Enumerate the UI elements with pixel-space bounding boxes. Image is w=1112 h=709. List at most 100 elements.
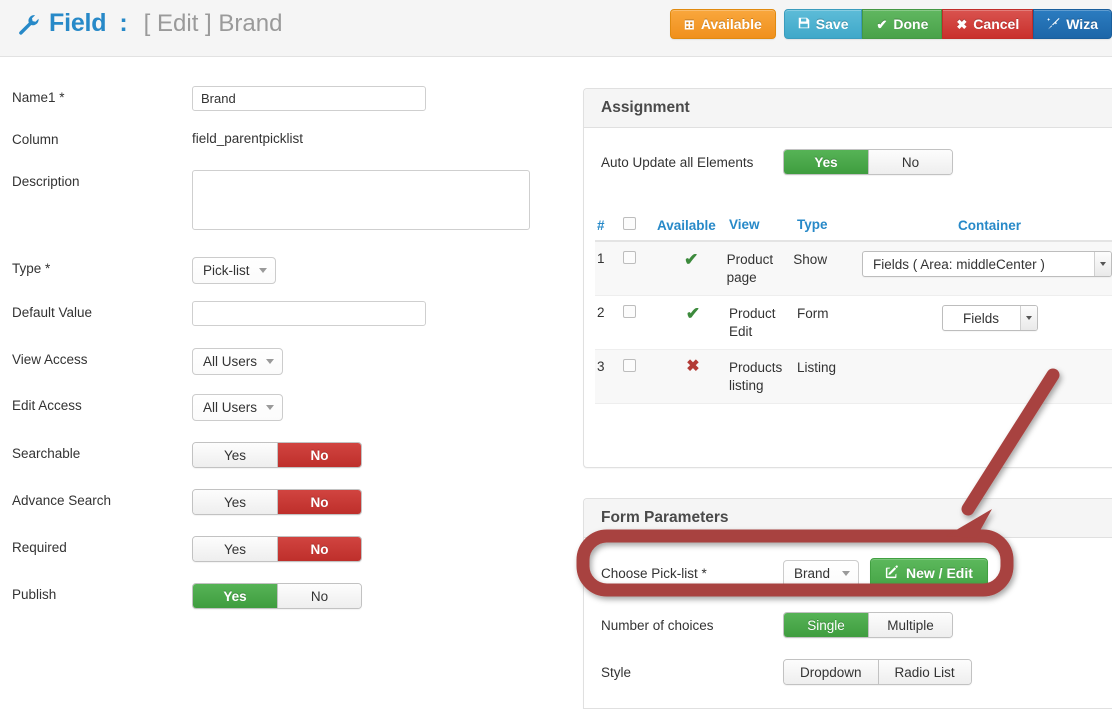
page-title: Field : [ Edit ] Brand — [16, 9, 282, 38]
advance-search-toggle[interactable]: Yes No — [192, 489, 362, 515]
save-button-label: Save — [815, 16, 849, 32]
table-header-row: # Available View Type Container — [595, 210, 1112, 242]
select-all-checkbox[interactable] — [623, 217, 636, 230]
row-type: Listing — [797, 360, 837, 375]
row-checkbox-cell — [623, 359, 657, 375]
auto-update-label: Auto Update all Elements — [601, 154, 754, 170]
cancel-button[interactable]: ✖ Cancel — [942, 9, 1034, 39]
auto-update-row: Auto Update all Elements Yes No — [584, 149, 1112, 175]
row-number: 3 — [597, 359, 605, 374]
x-icon: ✖ — [686, 358, 700, 375]
table-row: 3 ✖ Products listing Listing — [595, 350, 1112, 404]
choice-option-single[interactable]: Single — [784, 613, 868, 637]
type-select-value: Pick-list — [203, 263, 250, 278]
auto-update-no[interactable]: No — [868, 150, 952, 174]
chevron-down-icon — [266, 359, 275, 364]
style-option-dropdown[interactable]: Dropdown — [784, 660, 878, 684]
row-number: 2 — [597, 305, 605, 320]
page-title-main: Field — [49, 9, 107, 37]
wrench-icon — [16, 12, 40, 36]
default-value-label: Default Value — [12, 305, 93, 320]
choose-picklist-label: Choose Pick-list * — [601, 565, 707, 581]
description-textarea[interactable] — [192, 170, 530, 230]
available-button-label: Available — [700, 16, 762, 32]
check-icon: ✔ — [685, 304, 701, 323]
choice-option-multiple[interactable]: Multiple — [868, 613, 952, 637]
name1-input[interactable] — [192, 86, 426, 111]
available-button[interactable]: ⊞ Available — [669, 9, 776, 39]
table-row: 1 ✔ Product page Show Fields ( Area: mid… — [595, 242, 1112, 296]
view-access-select-value: All Users — [203, 354, 258, 369]
choose-picklist-select[interactable]: Brand — [783, 559, 859, 587]
publish-yes[interactable]: Yes — [193, 584, 277, 608]
row-available-cell: ✖ — [657, 359, 729, 375]
chevron-down-icon — [1019, 306, 1037, 330]
auto-update-toggle[interactable]: Yes No — [783, 149, 953, 175]
advance-search-yes[interactable]: Yes — [193, 490, 277, 514]
page-title-subtitle: [ Edit ] Brand — [143, 9, 283, 37]
col-header-view[interactable]: View — [729, 216, 797, 234]
x-icon: ✖ — [956, 16, 968, 32]
default-value-input[interactable] — [192, 301, 426, 326]
table-row: 2 ✔ Product Edit Form Fields — [595, 296, 1112, 350]
wizard-button[interactable]: Wiza — [1033, 9, 1112, 39]
chevron-down-icon — [258, 268, 267, 273]
chevron-down-icon — [1094, 252, 1111, 276]
row-checkbox[interactable] — [623, 305, 636, 318]
floppy-disk-icon — [798, 17, 810, 31]
col-header-type[interactable]: Type — [797, 216, 867, 234]
number-of-choices-row: Number of choices Single Multiple — [584, 612, 1112, 638]
choose-picklist-value: Brand — [794, 565, 831, 581]
searchable-yes[interactable]: Yes — [193, 443, 277, 467]
row-type: Form — [797, 306, 829, 321]
edit-access-select[interactable]: All Users — [192, 394, 284, 421]
required-no[interactable]: No — [277, 537, 361, 561]
auto-update-yes[interactable]: Yes — [784, 150, 868, 174]
row-checkbox[interactable] — [623, 359, 636, 372]
advance-search-no[interactable]: No — [277, 490, 361, 514]
style-row: Style Dropdown Radio List — [584, 659, 1112, 685]
save-button[interactable]: Save — [783, 9, 863, 39]
name1-label: Name1 * — [12, 90, 65, 105]
new-edit-button[interactable]: New / Edit — [870, 558, 988, 588]
required-yes[interactable]: Yes — [193, 537, 277, 561]
container-select[interactable]: Fields — [941, 305, 1038, 331]
publish-toggle[interactable]: Yes No — [192, 583, 362, 609]
top-header-bar: Field : [ Edit ] Brand ⊞ Available Save … — [0, 0, 1112, 57]
form-row-column: Column field_parentpicklist — [12, 128, 552, 147]
row-number: 1 — [597, 251, 605, 266]
col-header-number: # — [597, 217, 605, 233]
number-of-choices-label: Number of choices — [601, 617, 714, 633]
done-button[interactable]: ✔ Done — [862, 9, 943, 39]
searchable-toggle[interactable]: Yes No — [192, 442, 362, 468]
col-header-container[interactable]: Container — [867, 218, 1112, 233]
view-access-select[interactable]: All Users — [192, 348, 284, 375]
form-row-description: Description — [12, 170, 552, 233]
field-settings-form: Name1 * Column field_parentpicklist Desc… — [0, 57, 556, 709]
col-header-available[interactable]: Available — [657, 218, 729, 233]
number-of-choices-group[interactable]: Single Multiple — [783, 612, 953, 638]
chevron-down-icon — [842, 570, 850, 576]
searchable-label: Searchable — [12, 446, 81, 461]
style-option-radio-list[interactable]: Radio List — [877, 660, 971, 684]
wizard-button-label: Wiza — [1066, 16, 1098, 32]
required-label: Required — [12, 540, 67, 555]
publish-label: Publish — [12, 587, 57, 602]
row-available-cell: ✔ — [656, 251, 727, 268]
chevron-down-icon — [266, 405, 275, 410]
required-toggle[interactable]: Yes No — [192, 536, 362, 562]
row-checkbox-cell — [623, 305, 657, 321]
searchable-no[interactable]: No — [277, 443, 361, 467]
view-access-label: View Access — [12, 352, 88, 367]
style-group[interactable]: Dropdown Radio List — [783, 659, 972, 685]
form-row-searchable: Searchable Yes No — [12, 442, 552, 468]
container-select[interactable]: Fields ( Area: middleCenter ) — [862, 251, 1112, 277]
form-row-advance-search: Advance Search Yes No — [12, 489, 552, 515]
description-label: Description — [12, 174, 80, 189]
pencil-square-icon — [885, 564, 899, 582]
column-label: Column — [12, 132, 59, 147]
type-select[interactable]: Pick-list — [192, 257, 276, 284]
row-type: Show — [793, 252, 828, 267]
row-checkbox[interactable] — [622, 251, 636, 264]
publish-no[interactable]: No — [277, 584, 361, 608]
